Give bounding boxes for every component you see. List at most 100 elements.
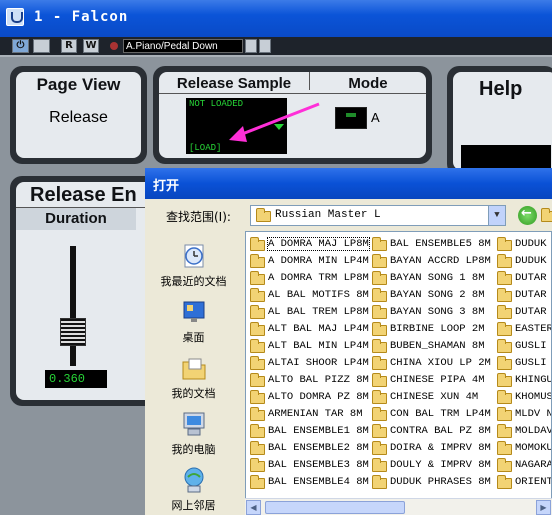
save-preset-icon[interactable] — [259, 39, 271, 53]
write-button[interactable]: W — [83, 39, 99, 53]
scrollbar-thumb[interactable] — [265, 501, 405, 514]
up-folder-icon[interactable] — [541, 205, 552, 225]
file-list-item[interactable]: KHOMUS — [495, 389, 551, 406]
folder-icon — [497, 305, 512, 319]
file-list-item[interactable]: DUTAR I — [495, 287, 551, 304]
file-list-item[interactable]: DOIRA & IMPRV 8M — [370, 440, 491, 457]
file-list-item[interactable]: A DOMRA MAJ LP8M — [248, 236, 370, 253]
folder-icon — [372, 441, 387, 455]
folder-icon — [497, 424, 512, 438]
app-system-icon[interactable] — [6, 8, 24, 26]
duration-slider-track[interactable] — [70, 246, 76, 366]
file-list-item[interactable]: ALTO BAL PIZZ 8M — [248, 372, 369, 389]
file-list-item[interactable]: DUDUK V — [495, 253, 551, 270]
look-in-label: 查找范围(I): — [166, 210, 231, 224]
file-list-item[interactable]: KHINGU — [495, 372, 552, 389]
file-list-item[interactable]: BAYAN SONG 1 8M — [370, 270, 491, 287]
help-panel: Help — [447, 66, 552, 176]
file-list-item[interactable]: BIRBINE LOOP 2M — [370, 321, 491, 338]
file-list-item[interactable]: BAYAN SONG 2 8M — [370, 287, 491, 304]
file-list-item[interactable]: GUSLI M — [495, 338, 551, 355]
file-list-item[interactable]: GUSLI M — [495, 355, 551, 372]
file-list-item[interactable]: A DOMRA MIN LP4M — [248, 253, 369, 270]
preset-menu-button[interactable] — [245, 39, 257, 53]
file-list-item[interactable]: ALTO DOMRA PZ 8M — [248, 389, 369, 406]
power-icon: ⏻ — [16, 40, 25, 51]
file-list-item[interactable]: ALTAI SHOOR LP4M — [248, 355, 369, 372]
page-view-value[interactable]: Release — [16, 109, 141, 127]
folder-icon — [250, 373, 265, 387]
folder-icon — [372, 237, 387, 251]
file-list-item[interactable]: ALT BAL MAJ LP4M — [248, 321, 369, 338]
file-list-item[interactable]: ALT BAL MIN LP4M — [248, 338, 369, 355]
file-list-item[interactable]: BAYAN ACCRD LP8M — [370, 253, 491, 270]
file-name: BAL ENSEMBLE4 8M — [268, 476, 369, 488]
file-list-item[interactable]: AL BAL MOTIFS 8M — [248, 287, 369, 304]
place-desktop[interactable]: 桌面 — [145, 297, 242, 345]
duration-slider-knob[interactable] — [60, 318, 86, 346]
file-list-item[interactable]: DUDUK S — [495, 236, 551, 253]
mode-switch[interactable] — [335, 107, 367, 129]
file-list-item[interactable]: MOMOKU — [495, 440, 551, 457]
falcon-titlebar: 1 - Falcon — [0, 0, 552, 37]
file-column: BAL ENSEMBLE5 8M BAYAN ACCRD LP8M BAYAN SO… — [370, 236, 491, 491]
folder-icon — [497, 407, 512, 421]
file-list-item[interactable]: DUDUK PHRASES 8M — [370, 474, 491, 491]
folder-icon — [250, 322, 265, 336]
load-sample-button[interactable]: [LOAD] — [189, 143, 221, 153]
file-list-item[interactable]: A DOMRA TRM LP8M — [248, 270, 369, 287]
file-list-item[interactable]: CHINA XIOU LP 2M — [370, 355, 491, 372]
file-list-item[interactable]: BAL ENSEMBLE3 8M — [248, 457, 369, 474]
scroll-right-icon[interactable]: ▶ — [536, 500, 551, 515]
scroll-left-icon[interactable]: ◀ — [246, 500, 261, 515]
file-list-item[interactable]: CONTRA BAL PZ 8M — [370, 423, 491, 440]
place-recent[interactable]: 我最近的文档 — [145, 241, 242, 289]
file-list-item[interactable]: NAGARA — [495, 457, 551, 474]
file-list-item[interactable]: AL BAL TREM LP8M — [248, 304, 369, 321]
folder-icon — [372, 288, 387, 302]
file-list-item[interactable]: MOLDAV — [495, 423, 551, 440]
back-icon[interactable] — [518, 206, 537, 225]
file-list-item[interactable]: BAYAN SONG 3 8M — [370, 304, 491, 321]
file-list-item[interactable]: BAL ENSEMBLE2 8M — [248, 440, 369, 457]
place-my-computer[interactable]: 我的电脑 — [145, 409, 242, 457]
folder-icon — [372, 339, 387, 353]
chevron-down-icon[interactable]: ▼ — [488, 206, 505, 225]
read-button[interactable]: R — [61, 39, 77, 53]
record-indicator-icon — [110, 42, 118, 50]
bypass-button[interactable] — [33, 39, 50, 53]
file-list[interactable]: A DOMRA MAJ LP8M A DOMRA MIN LP4M A DOMRA … — [245, 231, 552, 515]
file-list-item[interactable]: CHINESE PIPA 4M — [370, 372, 491, 389]
place-network[interactable]: 网上邻居 — [145, 465, 242, 513]
file-list-item[interactable]: DUTAR I — [495, 270, 551, 287]
file-name: MLDV NA — [515, 408, 551, 420]
power-button[interactable]: ⏻ — [12, 39, 29, 53]
file-list-item[interactable]: EASTER — [495, 321, 551, 338]
file-list-item[interactable]: BAL ENSEMBLE4 8M — [248, 474, 369, 491]
folder-icon — [497, 373, 512, 387]
place-label: 桌面 — [182, 331, 205, 344]
file-list-item[interactable]: CHINESE XUN 4M — [370, 389, 491, 406]
file-column: A DOMRA MAJ LP8M A DOMRA MIN LP4M A DOMRA … — [248, 236, 370, 491]
folder-icon — [250, 441, 265, 455]
place-my-documents[interactable]: 我的文档 — [145, 353, 242, 401]
look-in-dropdown[interactable]: Russian Master L ▼ — [250, 205, 506, 226]
file-list-item[interactable]: BAL ENSEMBLE5 8M — [370, 236, 491, 253]
file-list-item[interactable]: ORIENT — [495, 474, 551, 491]
horizontal-scrollbar[interactable]: ◀ ▶ — [245, 498, 552, 515]
file-list-item[interactable]: CON BAL TRM LP4M — [370, 406, 491, 423]
preset-name-field[interactable]: A.Piano/Pedal Down — [123, 39, 243, 53]
file-name: KHINGU — [515, 374, 552, 386]
file-name: BIRBINE LOOP 2M — [390, 323, 485, 335]
file-list-item[interactable]: BAL ENSEMBLE1 8M — [248, 423, 369, 440]
folder-icon — [372, 424, 387, 438]
file-list-item[interactable]: MLDV NA — [495, 406, 551, 423]
folder-icon — [497, 441, 512, 455]
folder-icon — [250, 237, 265, 251]
file-list-item[interactable]: DUTAR I — [495, 304, 551, 321]
file-list-item[interactable]: ARMENIAN TAR 8M — [248, 406, 369, 423]
file-list-item[interactable]: BUBEN_SHAMAN 8M — [370, 338, 491, 355]
duration-value[interactable]: 0.360 — [45, 370, 107, 388]
annotation-arrow-icon — [229, 102, 320, 142]
file-list-item[interactable]: DOULY & IMPRV 8M — [370, 457, 491, 474]
